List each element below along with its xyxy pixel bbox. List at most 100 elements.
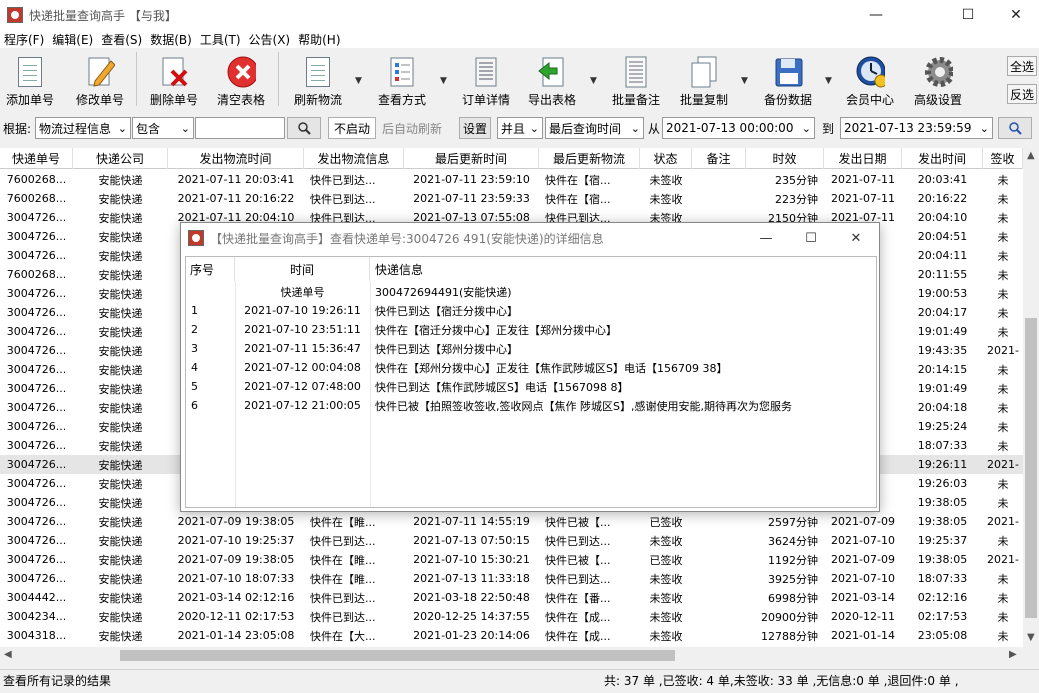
- menu-notice[interactable]: 公告(X): [245, 31, 295, 48]
- edit-number-button[interactable]: 修改单号: [72, 48, 128, 108]
- detail-row[interactable]: 2 2021-07-10 23:51:11 快件在【宿迁分拨中心】正发往【郑州分拨中…: [186, 320, 876, 339]
- view-mode-button[interactable]: 查看方式: [374, 48, 430, 108]
- table-row[interactable]: 3004442... 安能快递 2021-03-14 02:12:16 快件已到达..…: [0, 588, 1023, 607]
- view-dropdown-arrow[interactable]: ▼: [440, 76, 447, 86]
- table-cell: 19:38:05: [917, 553, 968, 566]
- backup-data-button[interactable]: 备份数据: [760, 48, 816, 108]
- tracking-cell: 快递单号: [280, 285, 325, 299]
- menu-program[interactable]: 程序(F): [0, 31, 48, 48]
- column-header[interactable]: 时效: [746, 148, 824, 169]
- table-cell: 3004726...: [6, 496, 67, 509]
- detail-cell: 快件已到达【焦作武陟城区S】电话【1567098 8】: [375, 380, 629, 394]
- add-number-button[interactable]: 添加单号: [4, 48, 56, 108]
- column-header[interactable]: 最后更新时间: [404, 148, 539, 169]
- to-datetime-picker[interactable]: 2021-07-13 23:59:59: [840, 117, 993, 139]
- column-header[interactable]: 发出物流时间: [168, 148, 304, 169]
- batch-note-button[interactable]: 批量备注: [608, 48, 664, 108]
- detail-cell: 3: [191, 342, 198, 355]
- menu-tools[interactable]: 工具(T): [196, 31, 245, 48]
- detail-cell: 2021-07-12 21:00:05: [244, 399, 361, 412]
- table-cell: 未: [997, 534, 1009, 548]
- invert-selection-button[interactable]: 反选: [1007, 84, 1037, 104]
- table-cell: 3004726...: [6, 401, 67, 414]
- table-cell: 未签收: [649, 192, 683, 206]
- table-cell: 2597分钟: [768, 515, 818, 529]
- clear-table-button[interactable]: 清空表格: [213, 48, 269, 108]
- column-header[interactable]: 最后更新物流: [539, 148, 640, 169]
- backup-dropdown-arrow[interactable]: ▼: [825, 76, 832, 86]
- scroll-right-icon[interactable]: ▶: [1009, 649, 1017, 660]
- menu-edit[interactable]: 编辑(E): [48, 31, 97, 48]
- table-row[interactable]: 3004726... 安能快递 2021-07-10 19:25:37 快件已到达..…: [0, 531, 1023, 550]
- column-header[interactable]: 发出时间: [902, 148, 983, 169]
- refresh-dropdown-arrow[interactable]: ▼: [355, 76, 362, 86]
- table-row[interactable]: 3004726... 安能快递 2021-07-09 19:38:05 快件在【睢..…: [0, 512, 1023, 531]
- member-center-button[interactable]: 会员中心: [842, 48, 898, 108]
- detail-row[interactable]: 3 2021-07-11 15:36:47 快件已到达【郑州分拨中心】: [186, 339, 876, 358]
- column-header[interactable]: 签收: [983, 148, 1023, 169]
- horizontal-scrollbar[interactable]: ◀ ▶: [0, 647, 1023, 664]
- detail-row[interactable]: 5 2021-07-12 07:48:00 快件已到达【焦作武陟城区S】电话【156…: [186, 377, 876, 396]
- scroll-down-icon[interactable]: ▼: [1027, 632, 1035, 643]
- advanced-settings-button[interactable]: 高级设置: [910, 48, 966, 108]
- vertical-scrollbar[interactable]: ▲ ▼: [1023, 148, 1039, 647]
- scroll-up-icon[interactable]: ▲: [1027, 150, 1035, 161]
- batch-copy-button[interactable]: 批量复制: [676, 48, 732, 108]
- export-table-button[interactable]: 导出表格: [524, 48, 580, 108]
- table-row[interactable]: 3004318... 安能快递 2021-01-14 23:05:08 快件在【大..…: [0, 626, 1023, 645]
- from-label: 从: [648, 121, 661, 136]
- maximize-button[interactable]: ☐: [945, 0, 991, 30]
- table-cell: 1192分钟: [768, 553, 818, 567]
- detail-row[interactable]: 4 2021-07-12 00:04:08 快件在【郑州分拨中心】正发往【焦作武陟城…: [186, 358, 876, 377]
- horizontal-scroll-thumb[interactable]: [120, 650, 675, 661]
- select-all-button[interactable]: 全选: [1007, 56, 1037, 76]
- dialog-close-button[interactable]: ✕: [833, 223, 879, 253]
- scroll-left-icon[interactable]: ◀: [4, 649, 12, 660]
- column-header[interactable]: 备注: [692, 148, 746, 169]
- table-cell: 2021-07-09: [831, 515, 895, 528]
- table-row[interactable]: 7600268... 安能快递 2021-07-11 20:03:41 快件已到达..…: [0, 170, 1023, 189]
- column-header[interactable]: 发出日期: [824, 148, 902, 169]
- table-row[interactable]: 7600268... 安能快递 2021-07-11 20:16:22 快件已到达..…: [0, 189, 1023, 208]
- column-header[interactable]: 发出物流信息: [304, 148, 404, 169]
- detail-row[interactable]: 6 2021-07-12 21:00:05 快件已被【拍照签收签收,签收网点【焦作 …: [186, 396, 876, 415]
- settings-button[interactable]: 设置: [459, 117, 491, 139]
- delete-number-button[interactable]: 删除单号: [146, 48, 202, 108]
- from-datetime-picker[interactable]: 2021-07-13 00:00:00: [662, 117, 815, 139]
- dialog-maximize-button[interactable]: ☐: [788, 223, 834, 253]
- table-row[interactable]: 3004726... 安能快递 2021-07-09 19:38:05 快件在【睢..…: [0, 550, 1023, 569]
- menu-view[interactable]: 查看(S): [97, 31, 146, 48]
- column-header[interactable]: 快递单号: [0, 148, 73, 169]
- minimize-button[interactable]: —: [853, 0, 899, 30]
- match-mode-select[interactable]: 包含: [132, 117, 194, 139]
- menu-help[interactable]: 帮助(H): [294, 31, 344, 48]
- close-button[interactable]: ✕: [993, 0, 1039, 30]
- logic-select[interactable]: 并且: [497, 117, 543, 139]
- filter-field-select[interactable]: 物流过程信息: [35, 117, 131, 139]
- menu-data[interactable]: 数据(B): [146, 31, 196, 48]
- detail-row[interactable]: 1 2021-07-10 19:26:11 快件已到达【宿迁分拨中心】: [186, 301, 876, 320]
- table-cell: 19:43:35: [917, 344, 968, 357]
- table-row[interactable]: 3004726... 安能快递 2021-07-10 18:07:33 快件在【睢..…: [0, 569, 1023, 588]
- table-cell: 2021-07-10: [831, 534, 895, 547]
- search-button[interactable]: [287, 117, 321, 139]
- table-cell: 安能快递: [98, 591, 143, 605]
- keyword-input[interactable]: [195, 117, 285, 139]
- table-row[interactable]: 3004234... 安能快递 2020-12-11 02:17:53 快件已到达..…: [0, 607, 1023, 626]
- refresh-logistics-button[interactable]: 刷新物流: [290, 48, 346, 108]
- vertical-scroll-thumb[interactable]: [1025, 318, 1037, 618]
- column-header[interactable]: 状态: [640, 148, 692, 169]
- table-cell: 2021-07-11: [831, 173, 895, 186]
- table-cell: 2021-03-14 02:12:16: [177, 591, 295, 604]
- copy-dropdown-arrow[interactable]: ▼: [741, 76, 748, 86]
- column-header[interactable]: 快递公司: [73, 148, 168, 169]
- table-cell: 2021-07-11 20:16:22: [177, 192, 295, 205]
- table-cell: 快件已到达...: [310, 591, 376, 605]
- table-cell: 未: [997, 268, 1009, 282]
- export-dropdown-arrow[interactable]: ▼: [590, 76, 597, 86]
- dialog-minimize-button[interactable]: —: [743, 223, 789, 253]
- order-detail-button[interactable]: 订单详情: [458, 48, 514, 108]
- auto-refresh-toggle[interactable]: 不启动: [328, 117, 376, 139]
- date-field-select[interactable]: 最后查询时间: [545, 117, 644, 139]
- query-button[interactable]: [998, 117, 1032, 139]
